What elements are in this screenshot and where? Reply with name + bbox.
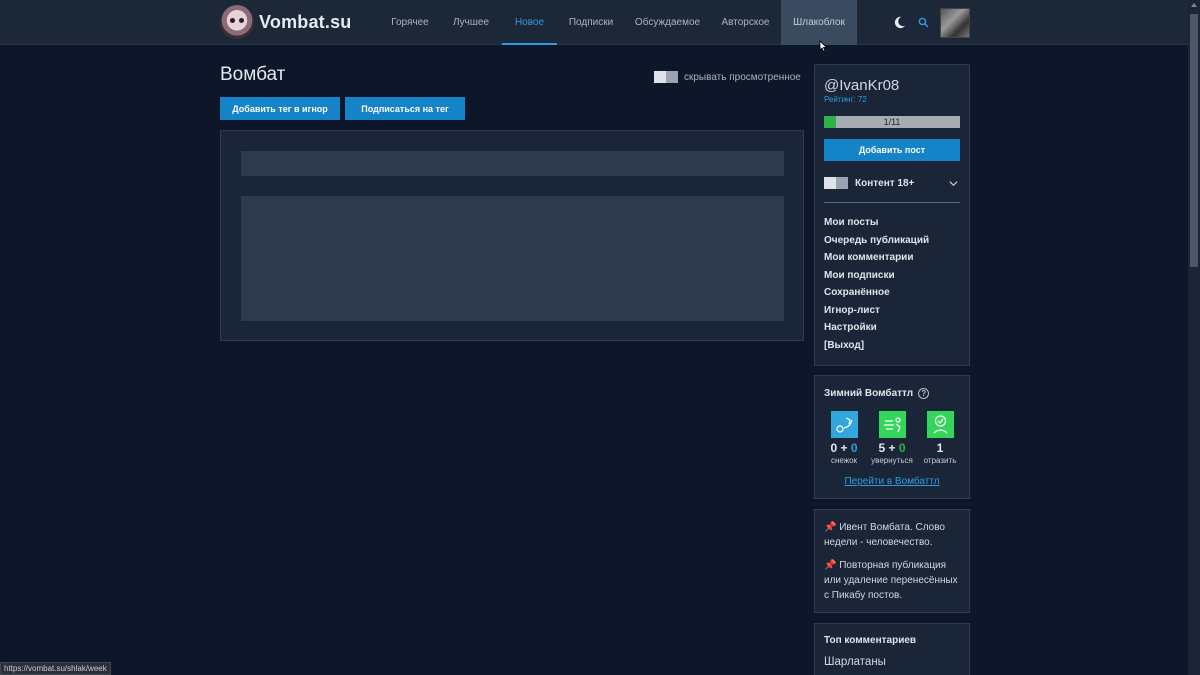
content-18-label: Контент 18+ — [855, 177, 915, 189]
user-avatar[interactable] — [940, 8, 970, 38]
username[interactable]: @IvanKr08 — [824, 77, 899, 94]
main-nav: Горячее Лучшее Новое Подписки Обсуждаемо… — [380, 0, 857, 45]
menu-my-subscriptions[interactable]: Мои подписки — [824, 269, 929, 287]
shield-icon[interactable] — [926, 411, 954, 438]
subscribe-tag-button[interactable]: Подписаться на тег — [345, 97, 465, 120]
chevron-down-icon[interactable] — [949, 179, 958, 188]
top-comments-panel: Топ комментариев Шарлатаны — [814, 623, 970, 675]
page-scrollbar[interactable] — [1188, 0, 1200, 675]
reflect-label: отразить — [923, 456, 957, 465]
snowball-label: снежок — [830, 456, 858, 465]
top-comments-title: Топ комментариев — [824, 635, 917, 646]
nav-discussed[interactable]: Обсуждаемое — [625, 0, 710, 45]
snowball-icon[interactable] — [830, 411, 858, 438]
battle-title-text: Зимний Вомбаттл — [824, 388, 914, 399]
dodge-score: 5 + 0 — [878, 441, 906, 455]
menu-my-comments[interactable]: Мои комментарии — [824, 251, 929, 269]
menu-logout[interactable]: [Выход] — [824, 339, 929, 357]
divider — [824, 202, 960, 203]
vombat-logo-icon[interactable] — [220, 5, 254, 39]
page-title: Вомбат — [220, 64, 286, 85]
dodge-icon[interactable] — [878, 411, 906, 438]
battle-title: Зимний Вомбаттл ? — [824, 388, 930, 399]
announcement-item: 📌 Повторная публикация или удаление пере… — [824, 560, 958, 601]
menu-ignore-list[interactable]: Игнор-лист — [824, 304, 929, 322]
reflect-score: 1 — [936, 441, 944, 455]
top-comment-preview[interactable]: Шарлатаны — [824, 655, 964, 670]
menu-my-posts[interactable]: Мои посты — [824, 216, 929, 234]
menu-saved[interactable]: Сохранённое — [824, 286, 929, 304]
progress-text: 1/11 — [883, 117, 901, 127]
level-progress-bar: 1/11 — [824, 116, 960, 128]
mouse-pointer-icon — [819, 40, 828, 53]
placeholder-title-bar — [241, 151, 784, 176]
user-rating: Рейтинг: 72 — [824, 95, 867, 104]
scroll-up-arrow-icon[interactable] — [1191, 3, 1197, 7]
help-icon[interactable]: ? — [918, 388, 930, 399]
scroll-thumb[interactable] — [1190, 14, 1198, 267]
user-panel: @IvanKr08 Рейтинг: 72 1/11 Добавить пост… — [814, 64, 970, 366]
status-bar-url: https://vombat.su/shlak/week — [0, 662, 111, 675]
nav-best[interactable]: Лучшее — [440, 0, 502, 45]
nav-slag[interactable]: Шлакоблок — [781, 0, 857, 45]
header-icons — [891, 14, 939, 30]
add-post-button[interactable]: Добавить пост — [824, 139, 960, 161]
hide-seen-label: скрывать просмотренное — [684, 71, 801, 83]
nav-subscriptions[interactable]: Подписки — [557, 0, 625, 45]
content-18-toggle[interactable]: Контент 18+ — [824, 177, 960, 189]
site-logo[interactable]: Vombat.su — [220, 5, 351, 39]
top-header: Vombat.su Горячее Лучшее Новое Подписки … — [0, 0, 1188, 45]
snowball-score: 0 + 0 — [830, 441, 858, 455]
toggle-switch[interactable] — [654, 71, 678, 83]
hide-seen-toggle[interactable]: скрывать просмотренное — [654, 71, 801, 83]
moon-icon[interactable] — [891, 14, 907, 30]
menu-settings[interactable]: Настройки — [824, 321, 929, 339]
placeholder-content-block — [241, 196, 784, 321]
nav-authored[interactable]: Авторское — [710, 0, 781, 45]
dodge-label: увернуться — [871, 456, 913, 465]
search-icon[interactable] — [915, 14, 931, 30]
announcements-panel: 📌 Ивент Вомбата. Слово недели - человече… — [814, 509, 970, 613]
user-menu: Мои посты Очередь публикаций Мои коммент… — [824, 216, 929, 356]
brand-name[interactable]: Vombat.su — [259, 12, 351, 33]
toggle-switch[interactable] — [824, 177, 848, 189]
battle-reflect[interactable]: 1 отразить — [915, 411, 965, 465]
post-loading-placeholder — [220, 130, 804, 341]
battle-snowball[interactable]: 0 + 0 снежок — [819, 411, 869, 465]
menu-publish-queue[interactable]: Очередь публикаций — [824, 234, 929, 252]
go-to-battle-link[interactable]: Перейти в Вомбаттл — [815, 476, 969, 487]
nav-new[interactable]: Новое — [502, 0, 557, 45]
battle-dodge[interactable]: 5 + 0 увернуться — [867, 411, 917, 465]
announcement-item: 📌 Ивент Вомбата. Слово недели - человече… — [824, 522, 945, 548]
nav-hot[interactable]: Горячее — [380, 0, 440, 45]
add-tag-ignore-button[interactable]: Добавить тег в игнор — [220, 97, 340, 120]
winter-battle-panel: Зимний Вомбаттл ? 0 + 0 снежок 5 + 0 уве… — [814, 375, 970, 499]
